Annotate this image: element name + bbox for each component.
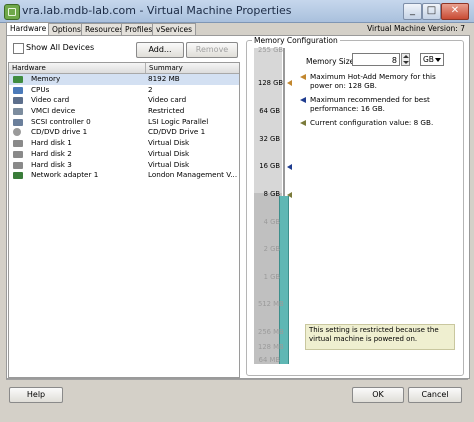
table-row[interactable]: Hard disk 3 Virtual Disk [9, 160, 239, 171]
restriction-note: This setting is restricted because the v… [305, 324, 455, 350]
table-row[interactable]: VMCI device Restricted [9, 106, 239, 117]
hard-disk-icon [13, 140, 23, 148]
memory-current-bar[interactable] [279, 196, 289, 364]
row-summary: CD/DVD Drive 1 [148, 127, 206, 137]
ok-button[interactable]: OK [352, 387, 404, 403]
vm-version-label: Virtual Machine Version: 7 [367, 24, 465, 33]
title-bar: vra.lab.mdb-lab.com - Virtual Machine Pr… [0, 0, 474, 23]
row-summary: London Management V... [148, 170, 238, 180]
column-header-hardware[interactable]: Hardware [12, 63, 46, 73]
scale-tick: 128 MB [258, 343, 284, 351]
table-row[interactable]: Memory 8192 MB [9, 74, 239, 85]
legend-text: Maximum recommended for best performance… [310, 95, 430, 113]
memory-configuration-label: Memory Configuration [252, 36, 340, 45]
table-row[interactable]: Hard disk 2 Virtual Disk [9, 149, 239, 160]
hardware-list: Hardware Summary Memory 8192 MB CPUs 2 V… [8, 62, 240, 378]
row-summary: 2 [148, 84, 153, 94]
close-button[interactable]: ✕ [441, 3, 469, 20]
legend-text: Current configuration value: 8 GB. [310, 118, 434, 127]
memory-size-label: Memory Size: [306, 57, 357, 66]
cpu-icon [13, 86, 23, 94]
vmci-icon [13, 108, 23, 116]
scale-tick: 2 GB [263, 245, 280, 253]
legend-max-hot-add: Maximum Hot-Add Memory for this power on… [300, 72, 450, 90]
cd-dvd-icon [13, 128, 21, 137]
tab-profiles[interactable]: Profiles [121, 23, 157, 35]
row-summary: LSI Logic Parallel [148, 116, 209, 126]
row-summary: Virtual Disk [148, 148, 190, 158]
scale-tick: 16 GB [259, 162, 280, 170]
row-summary: Virtual Disk [148, 138, 190, 148]
remove-button[interactable]: Remove [186, 42, 238, 58]
cancel-button[interactable]: Cancel [408, 387, 462, 403]
network-adapter-icon [13, 172, 23, 180]
vm-app-icon [4, 4, 20, 20]
scale-tick: 32 GB [259, 135, 280, 143]
tab-vservices[interactable]: vServices [152, 23, 197, 35]
row-summary: Restricted [148, 106, 185, 116]
hard-disk-icon [13, 150, 23, 158]
scale-tick: 256 MB [258, 328, 284, 336]
legend-max-recommended: Maximum recommended for best performance… [300, 95, 450, 113]
memory-size-input[interactable]: 8 [352, 53, 400, 66]
footer-divider [6, 379, 468, 380]
tab-hardware[interactable]: Hardware [6, 22, 51, 35]
row-summary: Video card [148, 95, 187, 105]
row-summary: Virtual Disk [148, 159, 190, 169]
scsi-controller-icon [13, 118, 23, 126]
row-label: Video card [31, 95, 70, 105]
row-label: Hard disk 1 [31, 138, 72, 148]
row-label: VMCI device [31, 106, 76, 116]
max-recommended-legend-icon [300, 97, 306, 103]
scale-tick: 128 GB [258, 79, 284, 87]
max-hot-add-marker-icon [287, 80, 292, 86]
memory-unit-select[interactable]: GB [420, 53, 444, 66]
minimize-button[interactable]: _ [403, 3, 422, 20]
legend-current-value: Current configuration value: 8 GB. [300, 118, 450, 127]
memory-scale-upper [254, 48, 282, 193]
row-summary: 8192 MB [148, 74, 180, 83]
row-label: CPUs [31, 84, 50, 94]
scale-tick: 1 GB [263, 273, 280, 281]
legend-text: Maximum Hot-Add Memory for this power on… [310, 72, 436, 90]
maximize-button[interactable]: □ [422, 3, 441, 20]
current-value-marker-icon [287, 192, 292, 198]
scale-tick: 255 GB [258, 46, 284, 54]
hard-disk-icon [13, 161, 23, 169]
video-card-icon [13, 97, 23, 105]
table-row[interactable]: Network adapter 1 London Management V... [9, 170, 239, 181]
help-button[interactable]: Help [9, 387, 63, 403]
max-recommended-marker-icon [287, 164, 292, 170]
table-row[interactable]: CD/DVD drive 1 CD/DVD Drive 1 [9, 127, 239, 138]
row-label: SCSI controller 0 [31, 116, 91, 126]
show-all-devices-checkbox[interactable] [13, 43, 24, 54]
table-row[interactable]: SCSI controller 0 LSI Logic Parallel [9, 117, 239, 128]
scale-tick: 4 GB [263, 218, 280, 226]
scale-tick: 8 GB [263, 190, 280, 198]
row-label: CD/DVD drive 1 [31, 127, 88, 137]
tab-options[interactable]: Options [48, 23, 85, 35]
row-label: Memory [31, 74, 61, 83]
hardware-list-header: Hardware Summary [9, 63, 239, 74]
row-label: Hard disk 3 [31, 159, 72, 169]
memory-icon [13, 76, 23, 83]
scale-tick: 512 MB [258, 300, 284, 308]
memory-slider-track[interactable] [283, 48, 285, 198]
row-label: Network adapter 1 [31, 170, 99, 180]
memory-size-spinner[interactable] [401, 53, 410, 66]
window-title: vra.lab.mdb-lab.com - Virtual Machine Pr… [22, 4, 292, 17]
row-label: Hard disk 2 [31, 148, 72, 158]
current-value-legend-icon [300, 120, 306, 126]
table-row[interactable]: CPUs 2 [9, 85, 239, 96]
scale-tick: 64 GB [259, 107, 280, 115]
scale-tick: 64 MB [258, 356, 280, 364]
add-button[interactable]: Add... [136, 42, 184, 58]
max-hot-add-legend-icon [300, 74, 306, 80]
show-all-devices-label: Show All Devices [26, 43, 95, 52]
table-row[interactable]: Hard disk 1 Virtual Disk [9, 138, 239, 149]
table-row[interactable]: Video card Video card [9, 95, 239, 106]
column-header-summary[interactable]: Summary [145, 63, 183, 73]
